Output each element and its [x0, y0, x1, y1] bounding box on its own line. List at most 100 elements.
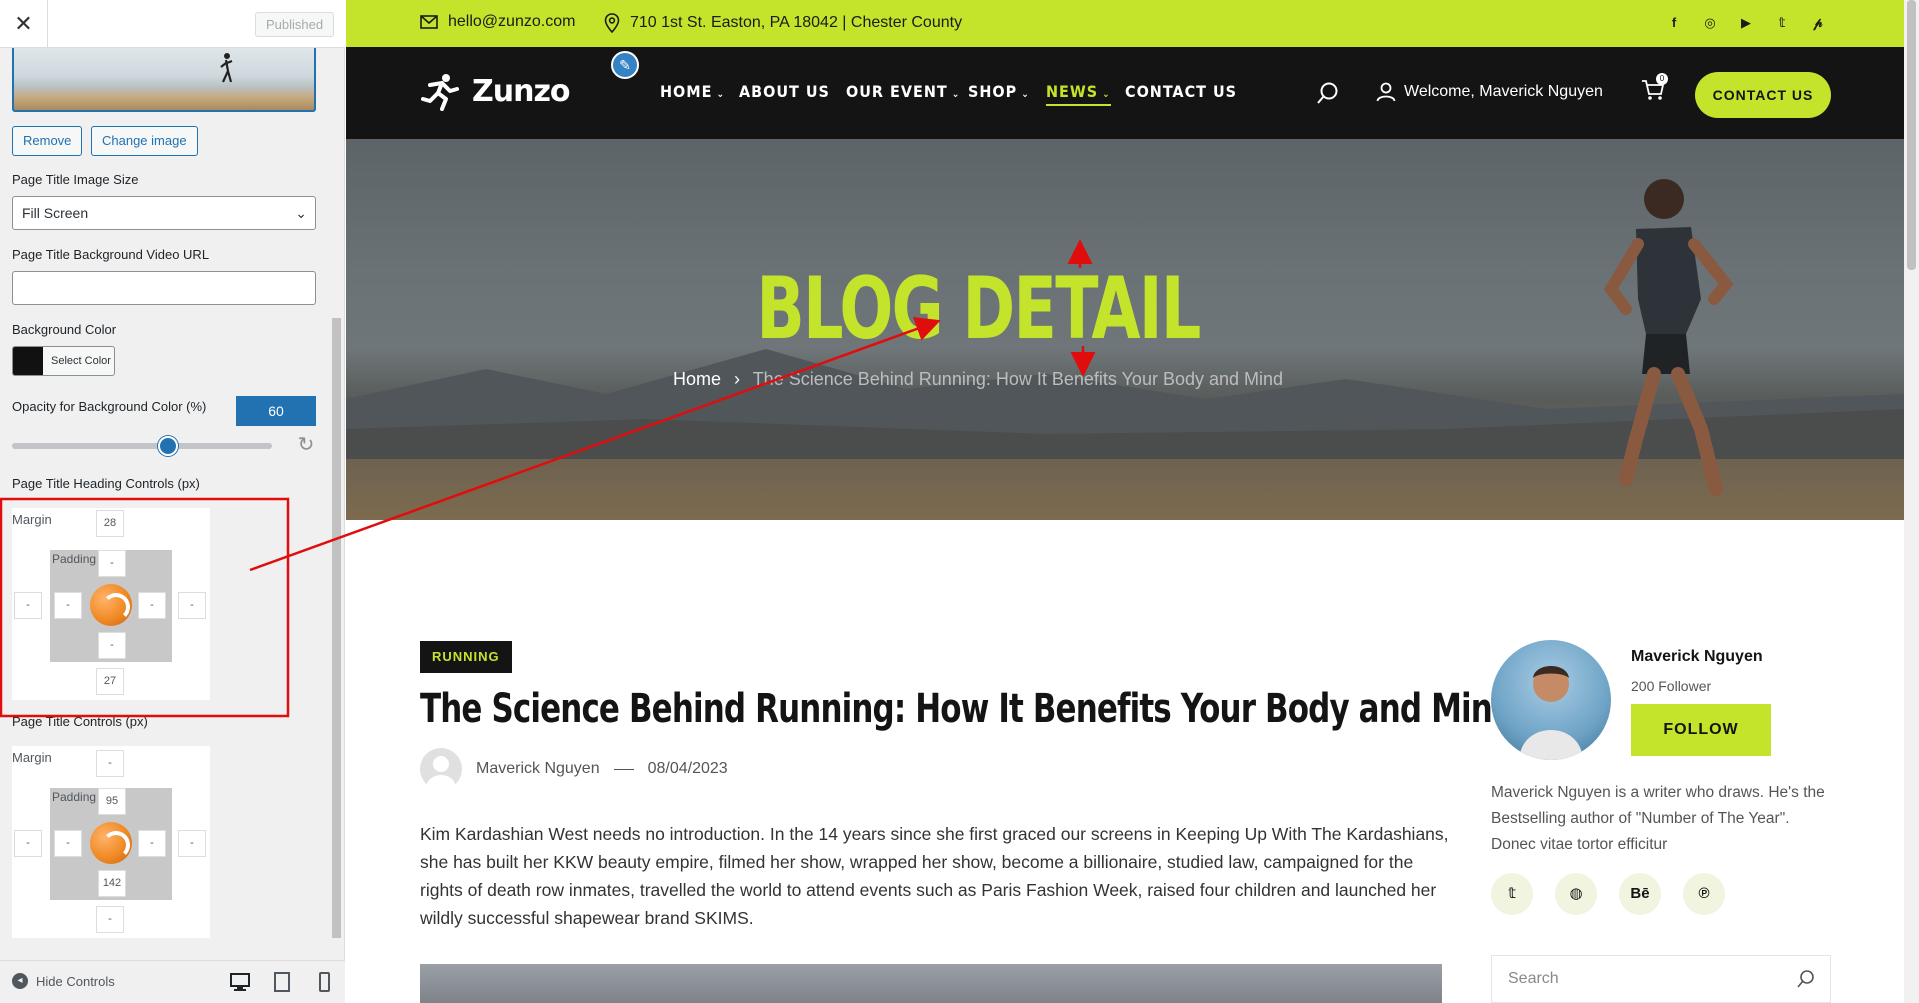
title-margin-right[interactable]: - — [178, 830, 206, 857]
page-scrollbar[interactable] — [1904, 0, 1919, 1003]
customizer-panel: ✕ Published Remove Change image Page Tit… — [0, 0, 345, 1003]
brand-name: Zunzo — [472, 73, 571, 109]
color-swatch — [13, 347, 43, 375]
category-badge[interactable]: RUNNING — [420, 641, 512, 673]
nav-about-us[interactable]: ABOUT US — [739, 82, 830, 101]
facebook-icon[interactable]: f — [1665, 14, 1683, 32]
image-size-select[interactable]: Fill Screen ⌄ — [12, 196, 316, 230]
panel-controls: Remove Change image Page Title Image Siz… — [0, 48, 345, 950]
chevron-down-icon: ⌄ — [1021, 89, 1030, 100]
reset-icon[interactable]: ↻ — [295, 434, 317, 456]
post-author[interactable]: Maverick Nguyen — [476, 760, 600, 778]
instagram-icon[interactable]: ◎ — [1701, 14, 1719, 32]
bg-color-label: Background Color — [12, 322, 117, 337]
post-title: The Science Behind Running: How It Benef… — [420, 686, 1514, 732]
remove-image-button[interactable]: Remove — [12, 126, 83, 156]
heading-padding-top[interactable]: - — [98, 550, 126, 577]
title-padding-left[interactable]: - — [54, 830, 82, 857]
chevron-right-icon: › — [734, 369, 740, 389]
search-icon[interactable] — [1316, 81, 1340, 105]
behance-icon[interactable]: Bē — [1619, 873, 1661, 915]
title-margin-top[interactable]: - — [96, 750, 124, 777]
opacity-slider-track[interactable] — [12, 443, 272, 449]
opacity-label: Opacity for Background Color (%) — [12, 399, 207, 414]
author-followers: 200 Follower — [1631, 678, 1712, 694]
author-avatar[interactable] — [420, 748, 462, 790]
cart-count-badge: 0 — [1656, 73, 1668, 85]
tablet-preview-icon[interactable] — [270, 971, 294, 993]
twitter-icon[interactable]: 𝕥 — [1773, 14, 1791, 32]
runner-photo — [1603, 179, 1734, 496]
heading-margin-right[interactable]: - — [178, 592, 206, 619]
change-image-button[interactable]: Change image — [91, 126, 198, 156]
nav-news[interactable]: NEWS ⌄ — [1046, 82, 1111, 106]
panel-scrollbar-thumb[interactable] — [332, 318, 341, 938]
nav-about-label: ABOUT US — [739, 82, 830, 101]
follow-button[interactable]: FOLLOW — [1631, 704, 1771, 756]
chevron-down-icon: ⌄ — [951, 89, 961, 100]
video-url-label: Page Title Background Video URL — [12, 247, 210, 262]
mobile-preview-icon[interactable] — [312, 971, 336, 993]
heading-padding-bottom[interactable]: - — [98, 632, 126, 659]
search-icon[interactable] — [1796, 969, 1816, 989]
post-meta: Maverick Nguyen 08/04/2023 — [420, 748, 728, 790]
account-welcome[interactable]: Welcome, Maverick Nguyen — [1376, 82, 1603, 102]
runner-logo-icon — [421, 74, 459, 111]
collapse-icon: ◂ — [12, 973, 28, 989]
post-featured-image — [420, 964, 1442, 1003]
site-preview: hello@zunzo.com 710 1st St. Easton, PA 1… — [346, 0, 1904, 1003]
user-icon — [1376, 82, 1396, 102]
title-padding-bottom[interactable]: 142 — [98, 870, 126, 897]
panel-scrollbar[interactable] — [330, 48, 342, 952]
page-title-banner: BLOG DETAIL Home › The Science Behind Ru… — [346, 139, 1904, 520]
opacity-slider-handle[interactable] — [158, 436, 178, 456]
chevron-down-icon: ⌄ — [716, 89, 725, 100]
pinterest-icon[interactable]: 𝓅 — [1809, 14, 1827, 32]
padding-label: Padding — [52, 790, 97, 804]
nav-home[interactable]: HOME ⌄ — [660, 82, 725, 101]
bg-color-picker[interactable]: Select Color — [12, 346, 115, 376]
breadcrumb-home[interactable]: Home — [673, 369, 721, 389]
meta-divider — [613, 768, 634, 770]
page-title-image-preview[interactable] — [12, 48, 316, 112]
opacity-number-input[interactable]: 60 — [236, 396, 316, 426]
post-body: Kim Kardashian West needs no introductio… — [420, 824, 1449, 928]
email-contact[interactable]: hello@zunzo.com — [420, 13, 575, 31]
post-date: 08/04/2023 — [647, 760, 728, 777]
chevron-down-icon: ⌄ — [295, 205, 307, 221]
page-scrollbar-thumb[interactable] — [1907, 0, 1916, 270]
title-margin-left[interactable]: - — [14, 830, 42, 857]
video-url-input[interactable] — [12, 271, 316, 305]
heading-margin-top[interactable]: 28 — [96, 510, 124, 537]
close-icon[interactable]: ✕ — [0, 0, 48, 48]
title-padding-right[interactable]: - — [138, 830, 166, 857]
author-name[interactable]: Maverick Nguyen — [1631, 648, 1763, 666]
contact-us-button[interactable]: CONTACT US — [1695, 72, 1831, 118]
welcome-text: Welcome, Maverick Nguyen — [1404, 83, 1603, 100]
chevron-down-icon: ⌄ — [1102, 89, 1111, 100]
heading-padding-right[interactable]: - — [138, 592, 166, 619]
heading-margin-bottom[interactable]: 27 — [96, 668, 124, 695]
hide-controls-button[interactable]: ◂ Hide Controls — [12, 973, 115, 989]
site-logo[interactable]: Zunzo — [420, 71, 571, 111]
nav-contact-us[interactable]: CONTACT US — [1125, 82, 1237, 101]
heading-margin-left[interactable]: - — [14, 592, 42, 619]
title-padding-top[interactable]: 95 — [98, 788, 126, 815]
twitter-icon[interactable]: 𝕥 — [1491, 873, 1533, 915]
youtube-icon[interactable]: ▶ — [1737, 14, 1755, 32]
desktop-preview-icon[interactable] — [228, 971, 252, 993]
hide-controls-label: Hide Controls — [36, 973, 115, 989]
edit-shortcut-icon[interactable]: ✎ — [611, 51, 639, 79]
select-color-label: Select Color — [51, 355, 111, 367]
nav-news-label: NEWS — [1046, 82, 1099, 101]
pinterest-icon[interactable]: ℗ — [1683, 873, 1725, 915]
publish-button[interactable]: Published — [255, 12, 335, 37]
nav-shop[interactable]: SHOP ⌄ — [968, 82, 1030, 101]
title-margin-bottom[interactable]: - — [96, 906, 124, 933]
nav-our-event[interactable]: OUR EVENT ⌄ — [846, 82, 960, 101]
dribbble-icon[interactable]: ◍ — [1555, 873, 1597, 915]
image-size-value: Fill Screen — [22, 205, 89, 221]
cart-button[interactable]: 0 — [1641, 73, 1668, 106]
heading-padding-left[interactable]: - — [54, 592, 82, 619]
sidebar-search-input[interactable]: Search — [1491, 955, 1831, 1003]
